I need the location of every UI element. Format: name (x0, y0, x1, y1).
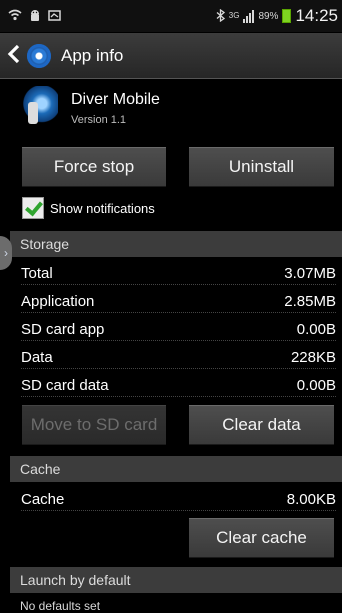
storage-row-application: Application 2.85MB (21, 288, 336, 316)
battery-percent: 89% (258, 10, 279, 22)
move-to-sd-card-button: Move to SD card (22, 405, 166, 445)
clear-cache-button[interactable]: Clear cache (189, 518, 334, 558)
screenshot-icon (48, 9, 61, 23)
force-stop-button[interactable]: Force stop (22, 147, 166, 187)
uninstall-button[interactable]: Uninstall (189, 147, 334, 187)
cache-row: Cache 8.00KB (21, 486, 336, 514)
app-name: Diver Mobile (71, 91, 160, 108)
app-icon (22, 86, 58, 130)
show-notifications-label: Show notifications (50, 200, 155, 216)
storage-value: 0.00B (296, 377, 336, 394)
cache-value: 8.00KB (286, 491, 336, 508)
storage-section-header: Storage (10, 231, 342, 257)
storage-value: 228KB (290, 349, 336, 366)
status-bar: 3G 89% 14:25 (0, 0, 342, 32)
page-title: App info (61, 45, 124, 65)
show-notifications-row[interactable]: Show notifications (22, 195, 155, 221)
wifi-icon (8, 9, 22, 23)
storage-value: 3.07MB (284, 265, 336, 282)
app-version: Version 1.1 (71, 114, 127, 126)
clock: 14:25 (295, 6, 338, 25)
storage-row-data: Data 228KB (21, 344, 336, 372)
storage-label: Total (21, 265, 53, 282)
cache-label: Cache (21, 491, 65, 508)
launch-by-default-header: Launch by default (10, 567, 342, 593)
drawer-handle[interactable]: › (0, 236, 12, 270)
storage-label: Data (21, 349, 53, 366)
storage-label: SD card app (21, 321, 105, 338)
android-debug-icon (29, 9, 41, 24)
back-icon[interactable] (7, 44, 25, 68)
storage-label: Application (21, 293, 95, 310)
title-bar: App info (0, 33, 342, 79)
bluetooth-icon (216, 8, 225, 24)
clear-data-button[interactable]: Clear data (189, 405, 334, 445)
storage-row-sd-card-data: SD card data 0.00B (21, 372, 336, 400)
storage-label: SD card data (21, 377, 109, 394)
show-notifications-checkbox[interactable] (22, 197, 44, 219)
app-header: Diver Mobile Version 1.1 (0, 80, 342, 140)
storage-row-sd-card-app: SD card app 0.00B (21, 316, 336, 344)
signal-icon (243, 9, 255, 23)
no-defaults-text: No defaults set (20, 599, 101, 613)
settings-gear-icon (27, 43, 51, 68)
cache-section-header: Cache (10, 456, 342, 482)
storage-value: 0.00B (296, 321, 336, 338)
battery-icon (282, 9, 292, 23)
3g-icon: 3G (228, 11, 240, 20)
storage-row-total: Total 3.07MB (21, 260, 336, 288)
storage-value: 2.85MB (284, 293, 336, 310)
